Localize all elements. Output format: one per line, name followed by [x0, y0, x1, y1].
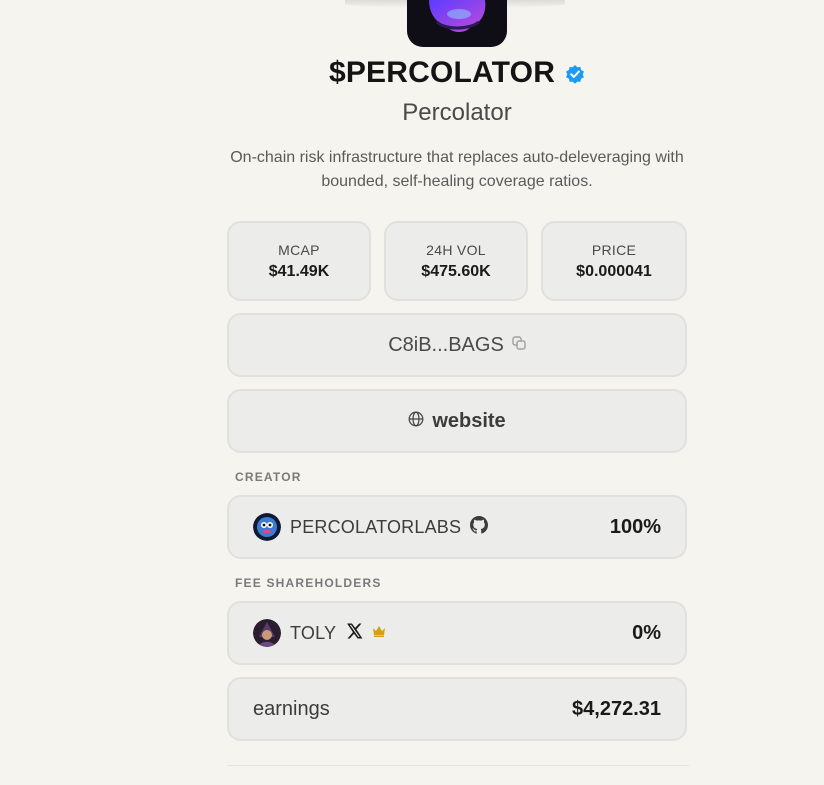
crown-icon	[372, 624, 386, 642]
earnings-row: earnings $4,272.31	[227, 677, 687, 741]
shareholder-avatar	[253, 619, 281, 647]
creator-row[interactable]: PERCOLATORLABS 100%	[227, 495, 687, 559]
fee-shareholder-row[interactable]: TOLY 0%	[227, 601, 687, 665]
x-icon[interactable]	[345, 622, 363, 645]
contract-address-button[interactable]: C8iB...BAGS	[227, 313, 687, 377]
stat-card-price: PRICE $0.000041	[541, 221, 687, 301]
token-logo	[407, 0, 507, 47]
shareholder-share: 0%	[632, 621, 661, 644]
stat-value: $0.000041	[576, 262, 652, 280]
stat-label: MCAP	[278, 241, 320, 258]
earnings-label: earnings	[253, 697, 330, 720]
stat-label: PRICE	[591, 241, 637, 258]
website-label: website	[432, 409, 506, 432]
verified-badge-icon	[565, 64, 585, 84]
github-icon[interactable]	[470, 515, 489, 539]
contract-address: C8iB...BAGS	[388, 333, 504, 356]
globe-icon	[408, 411, 424, 432]
website-button[interactable]: website	[227, 389, 687, 453]
creator-share: 100%	[609, 515, 661, 538]
stat-value: $475.60K	[421, 262, 491, 280]
fee-shareholders-section-label: FEE SHAREHOLDERS	[235, 576, 382, 590]
creator-section-label: CREATOR	[235, 470, 302, 484]
earnings-value: $4,272.31	[572, 697, 661, 720]
stat-card-volume: 24H VOL $475.60K	[384, 221, 528, 301]
creator-avatar	[253, 513, 281, 541]
token-ticker: $PERCOLATOR	[328, 56, 556, 89]
token-title-row: $PERCOLATOR	[0, 56, 824, 90]
copy-icon[interactable]	[512, 335, 526, 355]
stat-card-mcap: MCAP $41.49K	[227, 221, 371, 301]
shareholder-name: TOLY	[290, 622, 337, 643]
divider	[227, 765, 689, 766]
creator-name: PERCOLATORLABS	[290, 516, 462, 537]
stat-value: $41.49K	[268, 262, 330, 280]
token-name: Percolator	[402, 99, 512, 126]
stat-label: 24H VOL	[426, 241, 486, 258]
token-description: On-chain risk infrastructure that replac…	[230, 149, 684, 190]
